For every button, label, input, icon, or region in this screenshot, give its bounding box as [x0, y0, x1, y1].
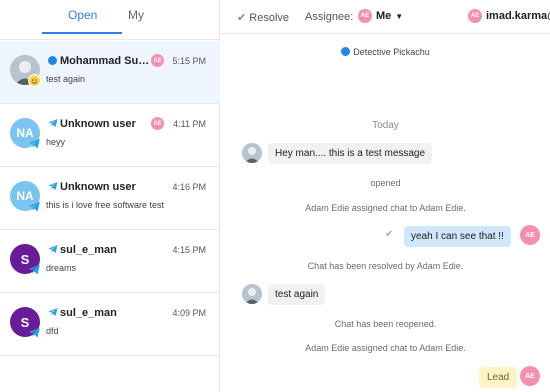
messenger-icon: [48, 56, 57, 65]
telegram-badge-icon: [29, 264, 40, 275]
active-tab-indicator: [42, 32, 122, 34]
conversation-snippet: heyy: [46, 137, 66, 147]
lead-badge: Lead: [479, 367, 518, 388]
system-message: Adam Edie assigned chat to Adam Edie.: [305, 203, 466, 213]
messenger-icon: [341, 47, 351, 56]
conversation-name: sul_e_man: [60, 307, 117, 319]
telegram-icon: [48, 182, 58, 190]
conversation-snippet: dreams: [46, 263, 77, 273]
resolve-button[interactable]: ✔ Resolve: [237, 11, 289, 24]
assignee-badge: AE: [151, 117, 164, 130]
source-name: Detective Pickachu: [353, 47, 430, 57]
telegram-badge-icon: [29, 327, 40, 338]
conversation-name: sul_e_man: [60, 244, 117, 256]
system-message: Chat has been resolved by Adam Edie.: [307, 261, 464, 271]
agent-avatar: AE: [520, 225, 540, 245]
chat-panel: ✔ Resolve Assignee: AE Me ▼ AE imad.karm…: [221, 0, 550, 392]
user-name: imad.karma@: [486, 10, 550, 22]
conversation-item[interactable]: NA Unknown user AE 4:11 PM heyy: [0, 104, 220, 167]
conversation-time: 5:15 PM: [172, 56, 206, 66]
system-message: opened: [370, 178, 401, 188]
conversation-time: 4:09 PM: [172, 308, 206, 318]
conversation-snippet: this is i love free software test: [46, 200, 165, 210]
conversation-time: 4:11 PM: [173, 119, 206, 129]
system-message: Chat has been reopened.: [334, 319, 437, 329]
avatar: [242, 284, 262, 304]
user-photo-icon: [242, 143, 262, 163]
telegram-icon: [48, 308, 58, 316]
assignee-label: Assignee:: [305, 11, 354, 23]
assignee-value: Me: [376, 10, 392, 22]
conversation-list-panel: Open My ☺ Mohammad Sule... AE 5:15 PM te…: [0, 0, 220, 392]
tab-my[interactable]: My: [128, 8, 144, 22]
check-icon: ✔: [385, 229, 394, 240]
check-icon: ✔: [237, 12, 247, 24]
conversation-time: 4:15 PM: [172, 245, 206, 255]
conversation-name: Unknown user: [60, 118, 136, 130]
system-message: Adam Edie assigned chat to Adam Edie.: [305, 343, 466, 353]
chat-toolbar: ✔ Resolve Assignee: AE Me ▼ AE imad.karm…: [221, 0, 550, 34]
tab-open[interactable]: Open: [68, 8, 97, 22]
assignee-badge: AE: [151, 54, 164, 67]
avatar: [242, 143, 262, 163]
conversation-name: Unknown user: [60, 181, 136, 193]
emoji-badge-icon: ☺: [28, 74, 41, 87]
chat-source: Detective Pickachu: [221, 47, 550, 57]
telegram-icon: [48, 245, 58, 253]
user-photo-icon: [242, 284, 262, 304]
telegram-badge-icon: [29, 138, 40, 149]
conversation-tabs: Open My: [0, 0, 219, 40]
conversation-item[interactable]: ☺ Mohammad Sule... AE 5:15 PM test again: [0, 41, 220, 104]
user-avatar: AE: [468, 9, 482, 23]
current-user[interactable]: AE imad.karma@: [468, 9, 550, 23]
chevron-down-icon: ▼: [395, 11, 404, 21]
incoming-message: Hey man.... this is a test message: [268, 143, 433, 164]
conversation-snippet: dfd: [46, 326, 59, 336]
telegram-badge-icon: [29, 201, 40, 212]
conversation-item[interactable]: NA Unknown user 4:16 PM this is i love f…: [0, 167, 220, 230]
assignee-dropdown[interactable]: AE Me ▼: [358, 9, 403, 23]
outgoing-message: yeah I can see that !!: [404, 226, 511, 247]
conversation-item[interactable]: S sul_e_man 4:15 PM dreams: [0, 230, 220, 293]
agent-avatar: AE: [520, 366, 540, 386]
day-separator: Today: [372, 120, 399, 131]
incoming-message: test again: [268, 284, 326, 305]
assignee-avatar: AE: [358, 9, 372, 23]
conversation-time: 4:16 PM: [172, 182, 206, 192]
conversation-snippet: test again: [46, 74, 86, 84]
resolve-label: Resolve: [249, 12, 290, 24]
conversation-item[interactable]: S sul_e_man 4:09 PM dfd: [0, 293, 220, 356]
telegram-icon: [48, 119, 58, 127]
conversation-name: Mohammad Sule...: [60, 55, 150, 67]
